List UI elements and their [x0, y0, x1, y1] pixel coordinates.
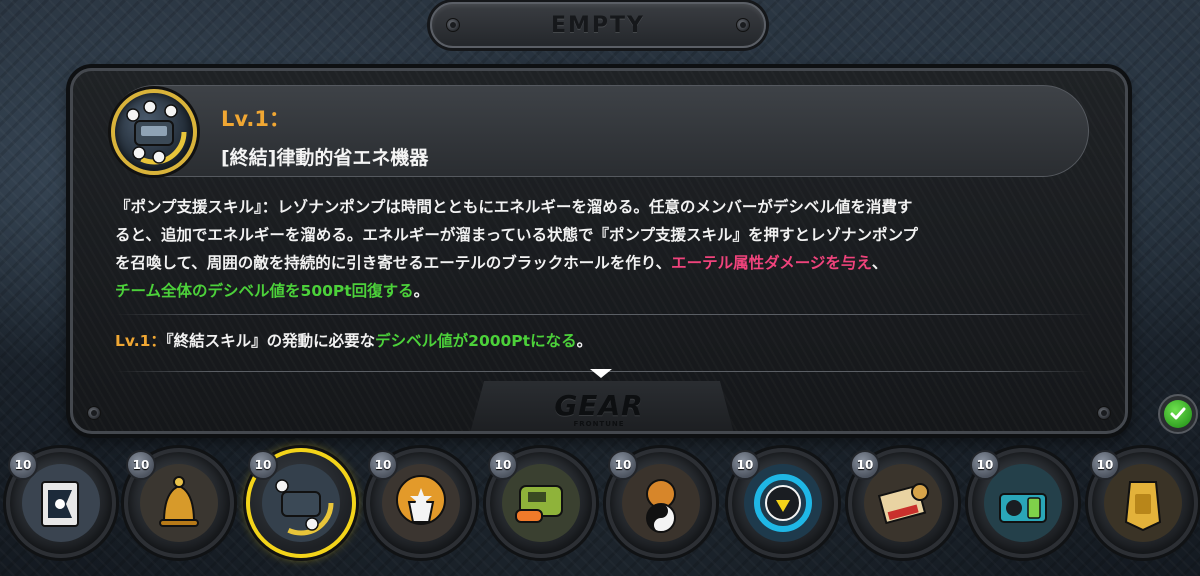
flag-gear-icon [22, 464, 100, 542]
gear-slot-1[interactable]: 10 [6, 448, 116, 558]
bell-gear-icon [140, 464, 218, 542]
level-badge: 10 [488, 450, 518, 480]
energy-device-gear-icon [262, 464, 340, 542]
description-line: チーム全体のデシベル値を500Pt回復する。 [115, 277, 1095, 305]
empty-label: EMPTY [551, 12, 645, 38]
scroll-gear-icon [864, 464, 942, 542]
level-badge: 10 [608, 450, 638, 480]
description-text: 。 [413, 282, 430, 300]
level-badge: 10 [850, 450, 880, 480]
level-badge: 10 [8, 450, 38, 480]
divider [115, 314, 1091, 315]
description-line: を召喚して、周囲の敵を持続的に引き寄せるエーテルのブラックホールを作り、エーテル… [115, 249, 1095, 277]
level-badge: 10 [1090, 450, 1120, 480]
check-icon [1164, 400, 1192, 428]
gear-slot-9[interactable]: 10 [968, 448, 1078, 558]
gold-tag-gear-icon [1104, 464, 1182, 542]
decibel-recovery-highlight: チーム全体のデシベル値を500Pt回復する [115, 282, 414, 300]
level-effect: Lv.1：『終結スキル』の発動に必要なデシベル値が2000Ptになる。 [115, 329, 592, 351]
level-badge: 10 [126, 450, 156, 480]
level-badge: 10 [248, 450, 278, 480]
screw-icon [1097, 406, 1111, 420]
description-line: 『ポンプ支援スキル』：レゾナンポンプは時間とともにエネルギーを溜める。任意のメン… [115, 198, 913, 216]
yinyang-bot-gear-icon [622, 464, 700, 542]
gear-detail-panel: Lv.1： [終結]律動的省エネ機器 『ポンプ支援スキル』：レゾナンポンプは時間… [70, 68, 1128, 434]
description-line: ると、追加でエネルギーを溜める。エネルギーが溜まっている状態で『ポンプ支援スキル… [115, 226, 919, 244]
gear-logo-subtitle: FRONTUNE [573, 420, 625, 428]
gear-slot-8[interactable]: 10 [848, 448, 958, 558]
energy-device-gear-icon [111, 89, 197, 175]
gear-slot-5[interactable]: 10 [486, 448, 596, 558]
level-effect-text: 『終結スキル』の発動に必要な [165, 332, 376, 350]
level-badge: 10 [368, 450, 398, 480]
empty-slot-plate[interactable]: EMPTY [430, 2, 766, 48]
level-badge: 10 [730, 450, 760, 480]
confirm-button[interactable] [1158, 394, 1198, 434]
level-effect-prefix: Lv.1： [115, 332, 166, 350]
level-effect-tail: 。 [576, 332, 593, 350]
blaster-gear-icon [502, 464, 580, 542]
gear-logo: GEAR [554, 389, 644, 422]
screw-icon [87, 406, 101, 420]
gear-slot-3-selected[interactable]: 10 [246, 448, 356, 558]
shield-bot-gear-icon [382, 464, 460, 542]
screw-icon [736, 18, 750, 32]
gear-slot-6[interactable]: 10 [606, 448, 716, 558]
level-title: Lv.1： [221, 107, 290, 131]
gear-name: [終結]律動的省エネ機器 [221, 147, 429, 169]
level-badge: 10 [970, 450, 1000, 480]
screw-icon [446, 18, 460, 32]
gear-slot-2[interactable]: 10 [124, 448, 234, 558]
level-effect-highlight: デシベル値が2000Ptになる [375, 332, 577, 350]
gear-slot-4[interactable]: 10 [366, 448, 476, 558]
description-text: 、 [871, 254, 888, 272]
gear-slot-10[interactable]: 10 [1088, 448, 1198, 558]
ether-damage-highlight: エーテル属性ダメージを与え [671, 254, 872, 272]
skill-description: 『ポンプ支援スキル』：レゾナンポンプは時間とともにエネルギーを溜める。任意のメン… [115, 193, 1095, 305]
toolbox-gear-icon [984, 464, 1062, 542]
gear-slot-7[interactable]: 10 [728, 448, 838, 558]
visor-gear-icon [744, 464, 822, 542]
description-text: を召喚して、周囲の敵を持続的に引き寄せるエーテルのブラックホールを作り、 [115, 254, 672, 272]
expand-arrow-icon[interactable] [590, 369, 612, 378]
